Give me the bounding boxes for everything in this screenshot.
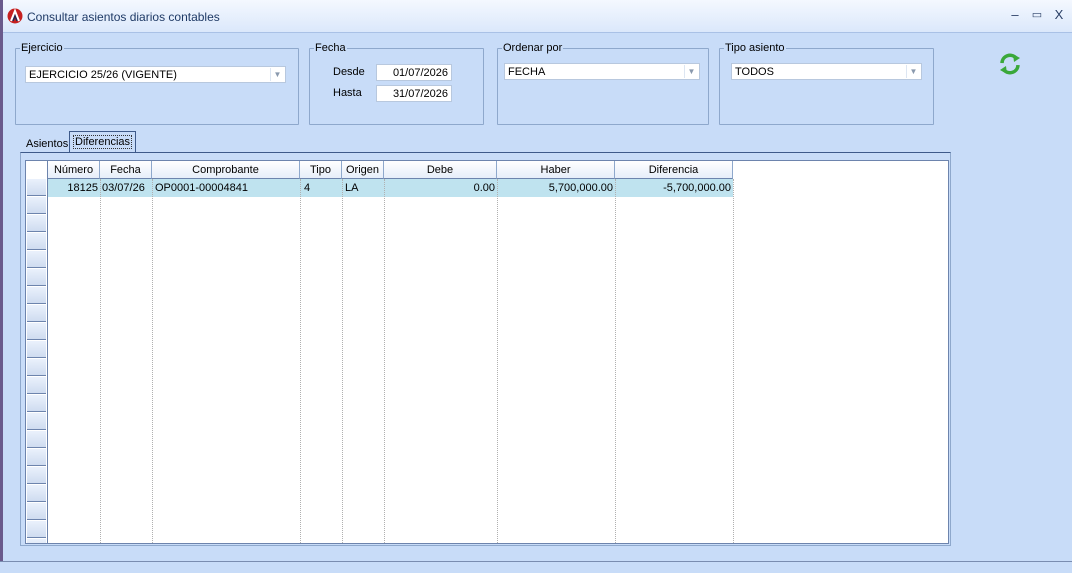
tipo-asiento-value: TODOS (735, 66, 774, 78)
ordenar-select[interactable]: FECHA ▼ (504, 63, 700, 80)
row-selector[interactable] (27, 179, 46, 196)
row-selector[interactable] (27, 539, 46, 543)
column-divider (384, 179, 385, 543)
tab-diferencias-label: Diferencias (73, 135, 133, 149)
column-header-haber[interactable]: Haber (497, 161, 615, 179)
row-selector[interactable] (27, 287, 46, 304)
row-selector[interactable] (27, 341, 46, 358)
row-selector[interactable] (27, 305, 46, 322)
maximize-button[interactable]: ▭ (1028, 7, 1046, 23)
desde-date-input[interactable]: 01/07/2026 (376, 64, 452, 81)
row-selector[interactable] (27, 251, 46, 268)
row-selector[interactable] (27, 413, 46, 430)
hasta-date-input[interactable]: 31/07/2026 (376, 85, 452, 102)
column-header-tipo[interactable]: Tipo (300, 161, 342, 179)
column-header-fecha[interactable]: Fecha (100, 161, 152, 179)
column-divider (100, 179, 101, 543)
cell-fecha[interactable]: 03/07/26 (102, 179, 152, 197)
row-selector[interactable] (27, 449, 46, 466)
app-logo-icon (7, 8, 23, 24)
cell-comprobante[interactable]: OP0001-00004841 (155, 179, 300, 197)
row-selector[interactable] (27, 395, 46, 412)
row-selector[interactable] (27, 521, 46, 538)
minimize-button[interactable]: – (1006, 7, 1024, 23)
column-divider (615, 179, 616, 543)
row-selector[interactable] (27, 359, 46, 376)
column-header-origen[interactable]: Origen (342, 161, 384, 179)
column-divider (152, 179, 153, 543)
window-edge (0, 0, 3, 572)
column-divider (342, 179, 343, 543)
column-header-debe[interactable]: Debe (384, 161, 497, 179)
ordenar-label: Ordenar por (503, 42, 563, 54)
fecha-label: Fecha (315, 42, 346, 54)
cell-numero[interactable]: 18125 (48, 179, 100, 197)
row-selector[interactable] (27, 233, 46, 250)
ejercicio-label: Ejercicio (21, 42, 63, 54)
main-window: Consultar asientos diarios contables – ▭… (0, 0, 1072, 573)
column-header-numero[interactable]: Número (48, 161, 100, 179)
cell-haber[interactable]: 5,700,000.00 (497, 179, 615, 197)
ejercicio-value: EJERCICIO 25/26 (VIGENTE) (29, 69, 177, 81)
fecha-group: Fecha (309, 42, 484, 125)
window-title: Consultar asientos diarios contables (27, 10, 220, 24)
cell-tipo[interactable]: 4 (304, 179, 342, 197)
cell-diferencia[interactable]: -5,700,000.00 (615, 179, 733, 197)
hasta-label: Hasta (333, 87, 362, 99)
column-header-diferencia[interactable]: Diferencia (615, 161, 733, 179)
tipo-asiento-group: Tipo asiento (719, 42, 934, 125)
tipo-asiento-label: Tipo asiento (725, 42, 785, 54)
column-divider (497, 179, 498, 543)
chevron-down-icon[interactable]: ▼ (684, 65, 698, 78)
close-button[interactable]: X (1050, 7, 1068, 23)
cell-origen[interactable]: LA (345, 179, 384, 197)
data-grid[interactable]: Número Fecha Comprobante Tipo Origen Deb… (25, 160, 949, 544)
row-selector[interactable] (27, 197, 46, 214)
tipo-asiento-select[interactable]: TODOS ▼ (731, 63, 922, 80)
column-divider (300, 179, 301, 543)
row-selector[interactable] (27, 269, 46, 286)
ejercicio-select[interactable]: EJERCICIO 25/26 (VIGENTE) ▼ (25, 66, 286, 83)
cell-debe[interactable]: 0.00 (384, 179, 497, 197)
chevron-down-icon[interactable]: ▼ (906, 65, 920, 78)
chevron-down-icon[interactable]: ▼ (270, 68, 284, 81)
desde-label: Desde (333, 66, 365, 78)
row-selector[interactable] (27, 215, 46, 232)
row-selector[interactable] (27, 377, 46, 394)
status-bar (0, 561, 1072, 573)
row-selector[interactable] (27, 467, 46, 484)
tab-asientos[interactable]: Asientos (24, 135, 70, 153)
column-header-comprobante[interactable]: Comprobante (152, 161, 300, 179)
refresh-icon[interactable] (998, 52, 1022, 76)
row-selector[interactable] (27, 503, 46, 520)
row-header-column (26, 161, 48, 543)
ordenar-group: Ordenar por (497, 42, 709, 125)
column-divider (733, 179, 734, 543)
row-selector[interactable] (27, 323, 46, 340)
title-bar: Consultar asientos diarios contables – ▭… (3, 0, 1072, 33)
row-selector[interactable] (27, 431, 46, 448)
tab-diferencias[interactable]: Diferencias (69, 131, 137, 152)
ordenar-value: FECHA (508, 66, 546, 78)
row-selector[interactable] (27, 485, 46, 502)
